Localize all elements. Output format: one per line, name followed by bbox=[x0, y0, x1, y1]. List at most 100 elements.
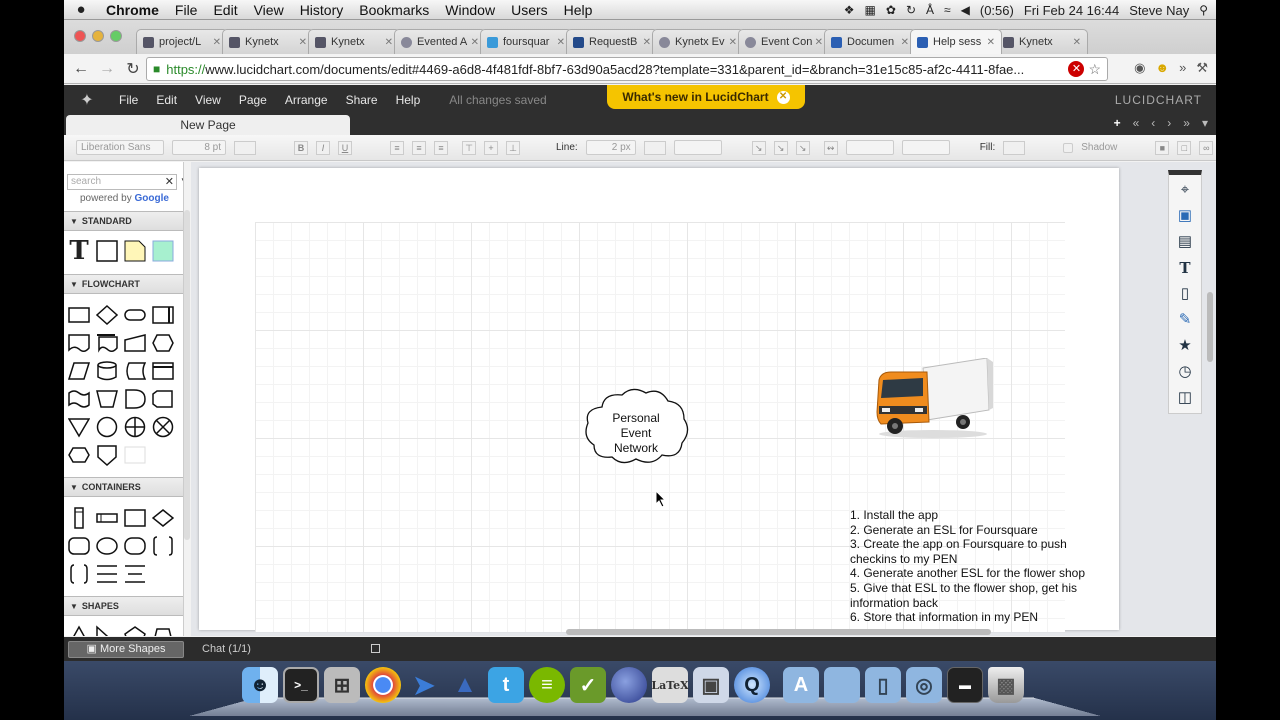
screenshot-stack-icon[interactable]: ▬ bbox=[947, 667, 983, 703]
back-arrow-icon[interactable]: ← bbox=[68, 60, 94, 78]
menubar-clock[interactable]: Fri Feb 24 16:44 bbox=[1024, 3, 1119, 18]
stored-data-shape-icon[interactable] bbox=[124, 360, 146, 382]
more-extensions-icon[interactable]: » bbox=[1179, 60, 1186, 76]
truck-image[interactable] bbox=[875, 357, 995, 440]
close-window-icon[interactable] bbox=[74, 30, 86, 42]
unlock-icon[interactable]: □ bbox=[1177, 140, 1192, 155]
ellipse-container-icon[interactable] bbox=[96, 535, 118, 557]
tab-close-icon[interactable]: ✕ bbox=[557, 37, 565, 48]
line-start-icon[interactable]: ↘ bbox=[751, 140, 766, 155]
spotlight-icon[interactable]: ⚲ bbox=[1199, 3, 1208, 17]
menu-app-name[interactable]: Chrome bbox=[98, 2, 167, 18]
text-shape-icon[interactable]: T bbox=[68, 236, 90, 266]
app-menu-file[interactable]: File bbox=[110, 93, 147, 107]
panel-scrollbar[interactable] bbox=[184, 210, 190, 540]
menu-history[interactable]: History bbox=[292, 2, 352, 18]
browser-tab[interactable]: project/L ✕ bbox=[136, 29, 228, 54]
crosshair-icon[interactable]: ⌖ bbox=[1176, 181, 1194, 199]
database-shape-icon[interactable] bbox=[96, 360, 118, 382]
tab-close-icon[interactable]: ✕ bbox=[729, 37, 737, 48]
page-settings-icon[interactable]: ▤ bbox=[1176, 233, 1194, 251]
or-shape-icon[interactable] bbox=[124, 416, 146, 438]
browser-tab[interactable]: RequestB ✕ bbox=[566, 29, 658, 54]
last-page-icon[interactable]: » bbox=[1183, 116, 1190, 130]
data-shape-icon[interactable] bbox=[68, 360, 90, 382]
vertical-container-icon[interactable] bbox=[68, 507, 90, 529]
app-menu-share[interactable]: Share bbox=[337, 93, 387, 107]
tab-close-icon[interactable]: ✕ bbox=[213, 37, 221, 48]
tab-close-icon[interactable]: ✕ bbox=[299, 37, 307, 48]
page-icon[interactable]: ▯ bbox=[1176, 285, 1194, 303]
offpage-link-shape-icon[interactable] bbox=[68, 444, 90, 466]
tab-close-icon[interactable]: ✕ bbox=[1073, 37, 1081, 48]
offpage-reference-shape-icon[interactable] bbox=[96, 444, 118, 466]
curly-container-icon[interactable] bbox=[124, 535, 146, 557]
network-folder-icon[interactable]: ◎ bbox=[906, 667, 942, 703]
brace-container-icon[interactable] bbox=[68, 563, 90, 585]
pentagon-shape-icon[interactable] bbox=[124, 624, 146, 636]
spotify-icon[interactable]: ≡ bbox=[529, 667, 565, 703]
swimlane-h-container-icon[interactable] bbox=[96, 563, 118, 585]
documents-folder-icon[interactable] bbox=[824, 667, 860, 703]
tab-close-icon[interactable]: ✕ bbox=[471, 37, 479, 48]
valign-middle-icon[interactable]: + bbox=[484, 140, 498, 155]
swimlane-v-container-icon[interactable] bbox=[124, 563, 146, 585]
whats-new-banner[interactable]: What's new in LucidChart ✕ bbox=[607, 85, 805, 109]
clear-search-icon[interactable]: ✕ bbox=[165, 175, 174, 189]
summing-junction-shape-icon[interactable] bbox=[152, 416, 174, 438]
rounded-container-icon[interactable] bbox=[68, 535, 90, 557]
battery-status[interactable]: (0:56) bbox=[980, 3, 1014, 18]
app-menu-help[interactable]: Help bbox=[387, 93, 430, 107]
arrow-start-select[interactable] bbox=[845, 140, 894, 155]
connector-shape-icon[interactable] bbox=[96, 416, 118, 438]
star-icon[interactable]: ★ bbox=[1176, 337, 1194, 355]
chrome-icon[interactable] bbox=[365, 667, 401, 703]
section-standard[interactable]: ▼ STANDARD bbox=[64, 211, 183, 231]
browser-tab[interactable]: foursquar ✕ bbox=[480, 29, 572, 54]
zoom-window-icon[interactable] bbox=[110, 30, 122, 42]
downloads-folder-icon[interactable]: ▯ bbox=[865, 667, 901, 703]
multi-document-shape-icon[interactable] bbox=[96, 332, 118, 354]
paper-tape-shape-icon[interactable] bbox=[68, 388, 90, 410]
dropbox-icon[interactable]: ❖ bbox=[844, 3, 855, 17]
trash-icon[interactable]: ▩ bbox=[988, 667, 1024, 703]
search-options-icon[interactable]: ▼ bbox=[180, 176, 183, 185]
menubar-user[interactable]: Steve Nay bbox=[1129, 3, 1189, 18]
colored-block-shape-icon[interactable] bbox=[152, 240, 174, 262]
first-page-icon[interactable]: « bbox=[1133, 116, 1140, 130]
apple-icon[interactable]: ● bbox=[64, 1, 98, 18]
process-shape-icon[interactable] bbox=[68, 304, 90, 326]
mail-icon[interactable]: ➤ bbox=[406, 667, 442, 703]
browser-tab[interactable]: Kynetx ✕ bbox=[222, 29, 314, 54]
horizontal-container-icon[interactable] bbox=[96, 507, 118, 529]
finder-icon[interactable]: ☻ bbox=[242, 667, 278, 703]
wifi-icon[interactable]: ≈ bbox=[944, 3, 951, 17]
line-color-icon[interactable] bbox=[643, 140, 666, 155]
forward-arrow-icon[interactable]: → bbox=[94, 60, 120, 78]
maximize-chat-icon[interactable] bbox=[371, 644, 380, 653]
page-menu-icon[interactable]: ▾ bbox=[1202, 116, 1208, 130]
terminal-status-icon[interactable]: ▦ bbox=[865, 3, 876, 17]
address-bar[interactable]: ■ https:// www.lucidchart.com/documents/… bbox=[146, 57, 1108, 81]
terminal-icon[interactable]: >_ bbox=[283, 667, 319, 703]
canvas-area[interactable]: Personal Event Network 1. Install the ap… bbox=[191, 162, 1192, 636]
sync-icon[interactable]: ↻ bbox=[906, 3, 916, 17]
quicktime-icon[interactable]: Q bbox=[734, 667, 770, 703]
volume-icon[interactable]: ◀ bbox=[961, 3, 970, 17]
app-menu-page[interactable]: Page bbox=[230, 93, 276, 107]
menu-edit[interactable]: Edit bbox=[205, 2, 245, 18]
app-menu-view[interactable]: View bbox=[186, 93, 230, 107]
internal-storage-shape-icon[interactable] bbox=[152, 360, 174, 382]
font-size-select[interactable]: 8 pt bbox=[172, 140, 226, 155]
tab-close-icon[interactable]: ✕ bbox=[643, 37, 651, 48]
block-shape-icon[interactable] bbox=[96, 240, 118, 262]
delay-shape-icon[interactable] bbox=[124, 388, 146, 410]
extension-icon[interactable]: ☻ bbox=[1155, 60, 1169, 76]
steps-list[interactable]: 1. Install the app 2. Generate an ESL fo… bbox=[850, 508, 1110, 625]
browser-tab[interactable]: Evented A ✕ bbox=[394, 29, 486, 54]
browser-tab[interactable]: Kynetx Ev ✕ bbox=[652, 29, 744, 54]
omnifocus-icon[interactable]: ✓ bbox=[570, 667, 606, 703]
font-select[interactable]: Liberation Sans bbox=[76, 140, 164, 155]
menu-view[interactable]: View bbox=[246, 2, 292, 18]
transmit-icon[interactable]: ▲ bbox=[447, 667, 483, 703]
